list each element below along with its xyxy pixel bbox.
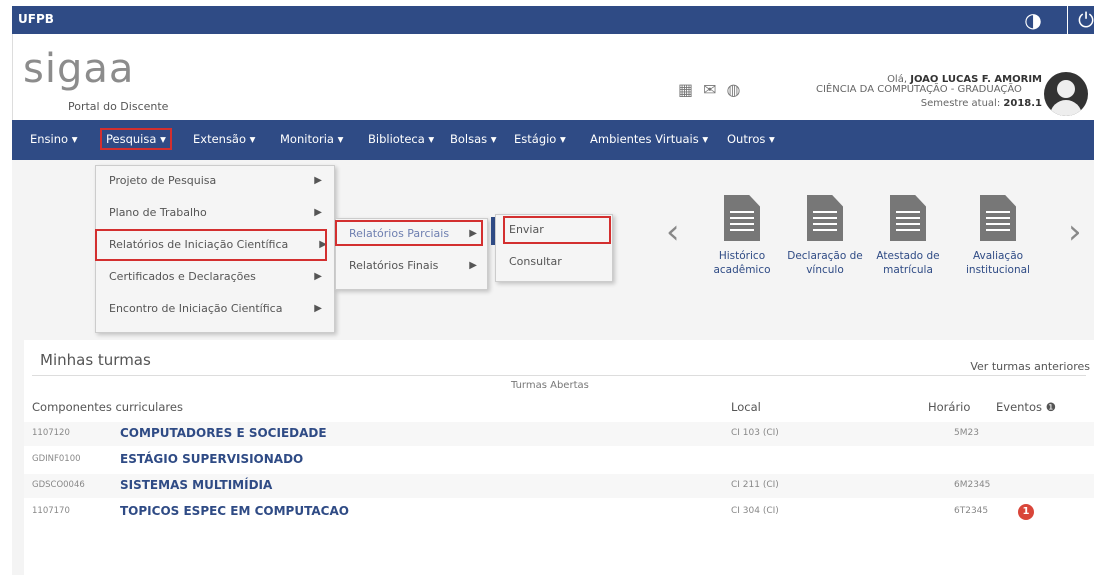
semester-label: Semestre atual:: [920, 98, 1001, 109]
course-name-link[interactable]: SISTEMAS MULTIMÍDIA: [120, 478, 272, 492]
carousel-next-icon[interactable]: ›: [1068, 212, 1082, 252]
quick-atestado[interactable]: Atestado de matrícula: [866, 195, 950, 277]
quick-historico[interactable]: Histórico acadêmico: [700, 195, 784, 277]
globe-icon[interactable]: ◍: [727, 80, 741, 99]
caret-right-icon: ▶: [314, 271, 322, 282]
col-local: Local: [731, 400, 761, 414]
menu-item-certificados[interactable]: Certificados e Declarações ▶: [96, 262, 334, 294]
header: sigaa Portal do Discente ▦ ✉ ◍ CIÊNCIA D…: [12, 34, 1094, 120]
menu-item-plano[interactable]: Plano de Trabalho ▶: [96, 198, 334, 230]
event-badge[interactable]: 1: [1018, 504, 1034, 520]
table-row: 1107120 COMPUTADORES E SOCIEDADE CI 103 …: [24, 422, 1094, 446]
document-icon: [724, 195, 760, 241]
menu-item-finais[interactable]: Relatórios Finais ▶: [336, 251, 487, 283]
nav-pesquisa[interactable]: Pesquisa ▾: [100, 128, 172, 150]
col-horario: Horário: [928, 400, 971, 414]
menu-item-label: Certificados e Declarações: [109, 270, 256, 283]
course-code: 1107170: [32, 506, 70, 516]
caret-right-icon: ▶: [469, 260, 477, 271]
menu-item-consultar[interactable]: Consultar: [496, 247, 612, 279]
course-horario: 5M23: [954, 428, 979, 438]
course-local: CI 304 (CI): [731, 506, 779, 516]
table-row: GDINF0100 ESTÁGIO SUPERVISIONADO: [24, 448, 1094, 472]
quick-label: acadêmico: [713, 264, 771, 276]
course-code: 1107120: [32, 428, 70, 438]
topbar-divider: [1067, 6, 1068, 34]
nav-ambientes-virtuais[interactable]: Ambientes Virtuais ▾: [590, 132, 708, 146]
menu-item-projeto[interactable]: Projeto de Pesquisa ▶: [96, 166, 334, 198]
mail-icon[interactable]: ✉: [703, 80, 716, 99]
menu-item-label: Plano de Trabalho: [109, 206, 207, 219]
quick-label: Avaliação: [972, 250, 1024, 262]
quick-label: Declaração de: [787, 250, 863, 262]
quick-label: Atestado de: [876, 250, 940, 262]
minhas-turmas-panel: Minhas turmas Ver turmas anteriores Turm…: [24, 340, 1094, 575]
table-row: GDSCO0046 SISTEMAS MULTIMÍDIA CI 211 (CI…: [24, 474, 1094, 498]
document-icon: [890, 195, 926, 241]
user-info: Olá, JOAO LUCAS F. AMORIM Semestre atual…: [887, 74, 1042, 110]
document-icon: [807, 195, 843, 241]
quick-label: vínculo: [806, 264, 844, 276]
course-horario: 6M2345: [954, 480, 991, 490]
caret-right-icon: ▶: [314, 175, 322, 186]
nav-biblioteca[interactable]: Biblioteca ▾: [368, 132, 434, 146]
course-code: GDSCO0046: [32, 480, 85, 490]
caret-right-icon: ▶: [314, 207, 322, 218]
nav-extensao[interactable]: Extensão ▾: [193, 132, 255, 146]
nav-ensino[interactable]: Ensino ▾: [30, 132, 78, 146]
menu-item-label: Consultar: [509, 255, 562, 268]
course-name-link[interactable]: ESTÁGIO SUPERVISIONADO: [120, 452, 303, 466]
menu-item-encontro[interactable]: Encontro de Iniciação Científica ▶: [96, 294, 334, 326]
nav-estagio[interactable]: Estágio ▾: [514, 132, 566, 146]
quick-declaracao[interactable]: Declaração de vínculo: [783, 195, 867, 277]
col-eventos: Eventos ❶: [996, 400, 1056, 414]
sigaa-logo[interactable]: sigaa: [23, 46, 134, 92]
col-componentes: Componentes curriculares: [32, 400, 183, 414]
top-bar: UFPB ◑ ⏻: [12, 6, 1094, 34]
ver-turmas-anteriores-link[interactable]: Ver turmas anteriores: [970, 360, 1090, 373]
portal-label: Portal do Discente: [68, 100, 169, 113]
main-nav: Ensino ▾ Pesquisa ▾ Extensão ▾ Monitoria…: [12, 120, 1094, 160]
menu-item-label: Encontro de Iniciação Científica: [109, 302, 283, 315]
course-local: CI 211 (CI): [731, 480, 779, 490]
menu-item-label: Projeto de Pesquisa: [109, 174, 217, 187]
grid-icon[interactable]: ▦: [678, 80, 693, 99]
course-code: GDINF0100: [32, 454, 81, 464]
header-icons: ▦ ✉ ◍: [678, 80, 741, 99]
quick-avaliacao[interactable]: Avaliação institucional: [956, 195, 1040, 277]
quick-label: matrícula: [883, 264, 933, 276]
carousel-prev-icon[interactable]: ‹: [666, 212, 680, 252]
table-header: Componentes curriculares Local Horário E…: [24, 400, 1094, 420]
table-row: 1107170 TOPICOS ESPEC EM COMPUTACAO CI 3…: [24, 500, 1094, 524]
power-icon[interactable]: ⏻: [1070, 6, 1094, 34]
course-name-link[interactable]: COMPUTADORES E SOCIEDADE: [120, 426, 327, 440]
course-horario: 6T2345: [954, 506, 989, 516]
quick-label: Histórico: [718, 250, 766, 262]
highlight-relatorios-ic: [95, 229, 327, 261]
avatar[interactable]: [1044, 72, 1088, 116]
panel-title: Minhas turmas: [40, 351, 151, 369]
contrast-icon[interactable]: ◑: [1017, 6, 1049, 34]
nav-outros[interactable]: Outros ▾: [727, 132, 775, 146]
nav-monitoria[interactable]: Monitoria ▾: [280, 132, 343, 146]
highlight-enviar: [503, 216, 611, 244]
ufpb-brand: UFPB: [18, 12, 54, 26]
nav-bolsas[interactable]: Bolsas ▾: [450, 132, 497, 146]
divider: [32, 375, 1086, 376]
semester-value: 2018.1: [1003, 98, 1042, 109]
turmas-abertas-label: Turmas Abertas: [511, 380, 589, 391]
caret-right-icon: ▶: [314, 303, 322, 314]
user-name: JOAO LUCAS F. AMORIM: [910, 74, 1042, 85]
highlight-parciais: [335, 220, 483, 246]
greeting: Olá,: [887, 74, 908, 85]
course-local: CI 103 (CI): [731, 428, 779, 438]
clipboard-icon: [980, 195, 1016, 241]
course-name-link[interactable]: TOPICOS ESPEC EM COMPUTACAO: [120, 504, 349, 518]
menu-item-label: Relatórios Finais: [349, 259, 439, 272]
quick-label: institucional: [966, 264, 1030, 276]
